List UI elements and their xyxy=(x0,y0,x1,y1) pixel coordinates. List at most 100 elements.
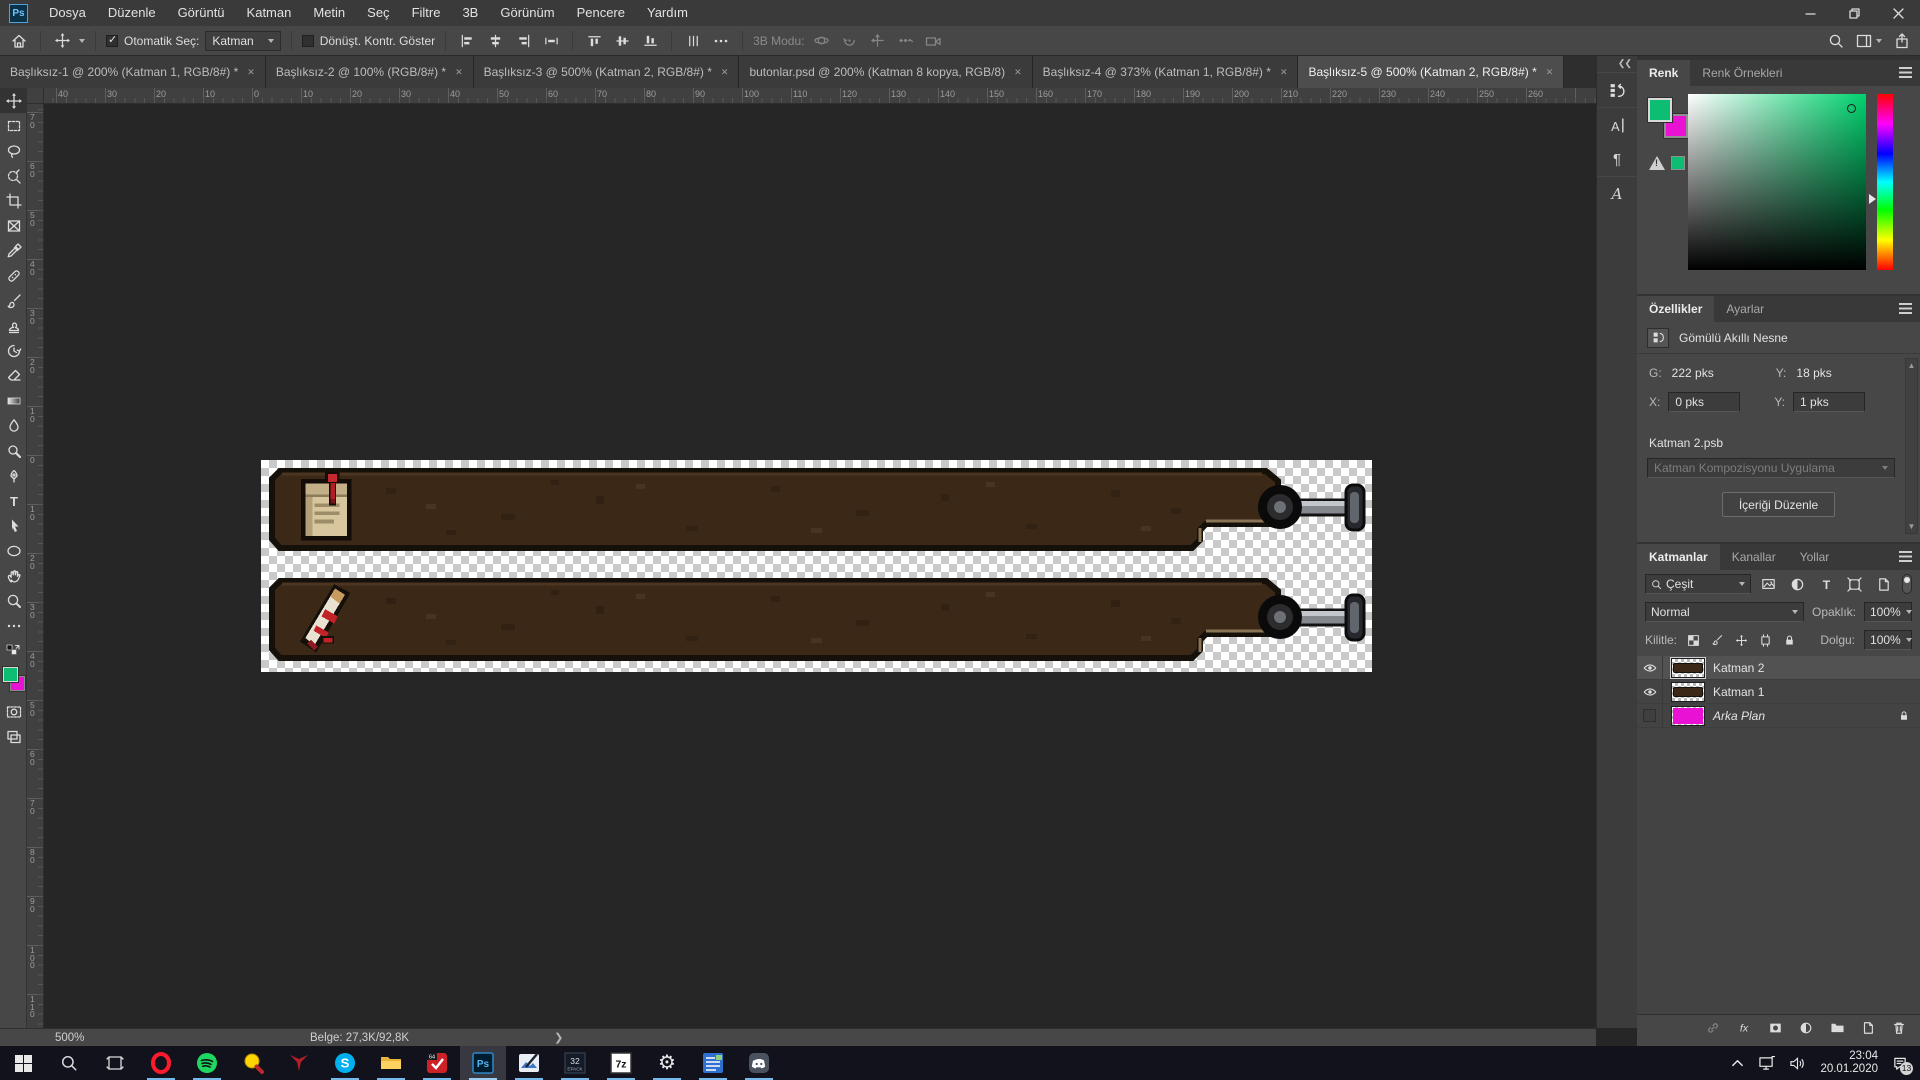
visibility-eye-icon[interactable] xyxy=(1637,655,1663,680)
lasso-tool[interactable] xyxy=(0,138,27,163)
foreground-color-chip[interactable] xyxy=(1647,97,1673,123)
filter-type-layers-icon[interactable]: T xyxy=(1816,575,1837,593)
search-icon[interactable] xyxy=(1828,33,1844,49)
lay er-thumbnail[interactable] xyxy=(1670,656,1706,679)
move-tool-icon[interactable] xyxy=(51,30,73,52)
align-center-h-icon[interactable] xyxy=(484,30,506,52)
x-input[interactable]: 0 pks xyxy=(1668,392,1741,412)
document-tab[interactable]: Başlıksız-4 @ 373% (Katman 1, RGB/8#) * ✕ xyxy=(1032,56,1299,88)
lock-position-icon[interactable] xyxy=(1734,631,1749,649)
taskbar-red-v-icon[interactable] xyxy=(276,1046,322,1080)
move-tool[interactable] xyxy=(0,88,27,113)
distribute-h-icon[interactable] xyxy=(540,30,562,52)
taskbar-opera-icon[interactable] xyxy=(138,1046,184,1080)
tab-close-icon[interactable]: ✕ xyxy=(1546,67,1554,78)
panel-menu-icon[interactable] xyxy=(1899,67,1912,78)
lock-transparent-icon[interactable] xyxy=(1686,631,1701,649)
hue-slider-marker[interactable] xyxy=(1869,194,1876,204)
align-left-icon[interactable] xyxy=(456,30,478,52)
shape-tool[interactable] xyxy=(0,538,27,563)
align-middle-icon[interactable] xyxy=(611,30,633,52)
taskbar-discord-icon[interactable] xyxy=(736,1046,782,1080)
filter-adjustment-layers-icon[interactable] xyxy=(1787,575,1808,593)
tab-channels[interactable]: Kanallar xyxy=(1720,544,1788,570)
crop-tool[interactable] xyxy=(0,188,27,213)
layer-thumbnail[interactable] xyxy=(1671,681,1705,702)
taskbar-photo-app-icon[interactable] xyxy=(506,1046,552,1080)
menu-item[interactable]: Görünüm xyxy=(489,0,565,26)
fill-field[interactable]: 100% xyxy=(1864,630,1913,650)
status-chevron-icon[interactable]: ❯ xyxy=(554,1031,563,1044)
add-mask-icon[interactable] xyxy=(1764,1019,1786,1037)
auto-select-dropdown[interactable]: Katman xyxy=(205,30,281,51)
eyedropper-tool[interactable] xyxy=(0,238,27,263)
document-tab[interactable]: Başlıksız-2 @ 100% (RGB/8#) * ✕ xyxy=(265,56,474,88)
document-tab[interactable]: butonlar.psd @ 200% (Katman 8 kopya, RGB… xyxy=(739,56,1033,88)
quick-mask-icon[interactable] xyxy=(0,699,27,724)
tab-close-icon[interactable]: ✕ xyxy=(1014,67,1022,78)
volume-icon[interactable] xyxy=(1789,1056,1806,1071)
auto-select-checkbox[interactable] xyxy=(106,33,118,47)
properties-scrollbar[interactable]: ▲ ▼ xyxy=(1905,358,1918,534)
hue-slider[interactable] xyxy=(1877,94,1893,270)
layer-row-katman-1[interactable]: Katman 1 xyxy=(1637,679,1920,704)
tab-paths[interactable]: Yollar xyxy=(1788,544,1842,570)
align-bottom-icon[interactable] xyxy=(639,30,661,52)
link-layers-icon[interactable] xyxy=(1702,1019,1724,1037)
path-selection-tool[interactable] xyxy=(0,513,27,538)
notification-center-icon[interactable]: 13 xyxy=(1892,1056,1913,1075)
lock-pixels-icon[interactable] xyxy=(1710,631,1725,649)
tab-close-icon[interactable]: ✕ xyxy=(455,67,463,78)
y-input[interactable]: 1 pks xyxy=(1793,392,1866,412)
color-field-marker[interactable] xyxy=(1847,104,1856,113)
distribute-v-icon[interactable] xyxy=(682,30,704,52)
taskbar-photoshop-icon[interactable]: Ps xyxy=(460,1046,506,1080)
color-field[interactable] xyxy=(1688,94,1866,270)
blend-mode-dropdown[interactable]: Normal xyxy=(1645,602,1804,622)
blur-tool[interactable] xyxy=(0,413,27,438)
visibility-eye-empty[interactable] xyxy=(1637,703,1663,728)
tab-properties[interactable]: Özellikler xyxy=(1637,296,1715,322)
close-button[interactable] xyxy=(1876,0,1920,26)
hand-tool[interactable] xyxy=(0,563,27,588)
taskbar-clock[interactable]: 23:04 20.01.2020 xyxy=(1820,1050,1878,1076)
minimize-button[interactable] xyxy=(1788,0,1832,26)
vertical-ruler[interactable]: 7 0 6 0 5 0 4 0 3 0 2 0 1 0 0 1 0 2 0 3 0 4 0 5 0 6 0… xyxy=(27,104,44,1028)
document-tab[interactable]: Başlıksız-1 @ 200% (Katman 1, RGB/8#) * ✕ xyxy=(0,56,266,88)
layer-style-icon[interactable]: fx xyxy=(1733,1019,1755,1037)
tab-close-icon[interactable]: ✕ xyxy=(247,67,255,78)
layer-name[interactable]: Katman 1 xyxy=(1713,685,1764,699)
type-tool[interactable]: T xyxy=(0,488,27,513)
taskbar-settings-icon[interactable]: ⚙ xyxy=(644,1046,690,1080)
filter-pixel-layers-icon[interactable] xyxy=(1759,575,1780,593)
layer-name[interactable]: Katman 2 xyxy=(1713,661,1764,675)
delete-layer-icon[interactable] xyxy=(1888,1019,1910,1037)
taskbar-red-64-app-icon[interactable]: 64 xyxy=(414,1046,460,1080)
align-top-icon[interactable] xyxy=(583,30,605,52)
layer-name[interactable]: Arka Plan xyxy=(1713,709,1765,723)
filter-smart-objects-icon[interactable] xyxy=(1873,575,1894,593)
clone-stamp-tool[interactable] xyxy=(0,313,27,338)
tab-layers[interactable]: Katmanlar xyxy=(1637,544,1720,570)
visibility-eye-icon[interactable] xyxy=(1637,679,1663,704)
taskbar-search-icon[interactable] xyxy=(46,1046,92,1080)
gamut-warning-icon[interactable] xyxy=(1649,156,1665,170)
task-view-icon[interactable] xyxy=(92,1046,138,1080)
frame-tool[interactable] xyxy=(0,213,27,238)
taskbar-blue-doc-icon[interactable] xyxy=(690,1046,736,1080)
healing-brush-tool[interactable] xyxy=(0,263,27,288)
character-panel-icon[interactable]: A xyxy=(1604,113,1631,137)
panel-menu-icon[interactable] xyxy=(1899,551,1912,562)
eraser-tool[interactable] xyxy=(0,363,27,388)
menu-item[interactable]: Katman xyxy=(236,0,303,26)
history-brush-tool[interactable] xyxy=(0,338,27,363)
tab-adjustments[interactable]: Ayarlar xyxy=(1714,296,1776,322)
taskbar-cheat-engine-icon[interactable] xyxy=(230,1046,276,1080)
menu-item[interactable]: Düzenle xyxy=(97,0,167,26)
network-icon[interactable] xyxy=(1758,1055,1776,1071)
gradient-tool[interactable] xyxy=(0,388,27,413)
tab-color[interactable]: Renk xyxy=(1637,60,1691,86)
layer-filter-dropdown[interactable]: Çeşit xyxy=(1645,574,1751,594)
layer-row-katman-2[interactable]: Katman 2 xyxy=(1637,655,1920,680)
new-layer-icon[interactable] xyxy=(1857,1019,1879,1037)
